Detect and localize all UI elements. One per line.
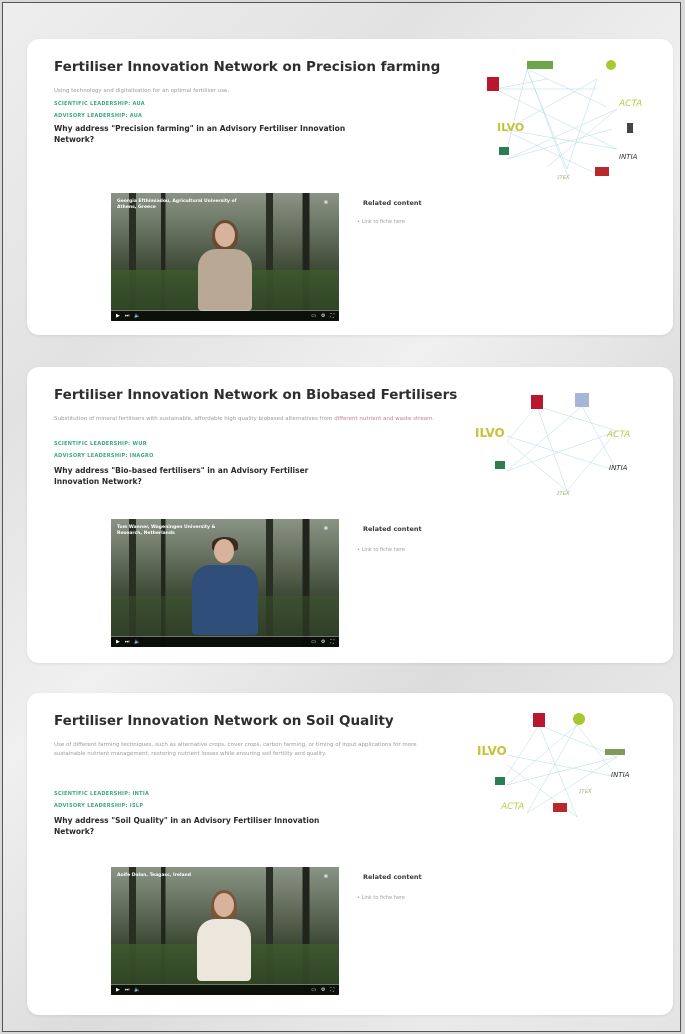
settings-icon[interactable]: ⚙ xyxy=(321,985,325,995)
captions-icon[interactable]: ▭ xyxy=(311,311,316,321)
network-card-soil-quality: Fertiliser Innovation Network on Soil Qu… xyxy=(27,693,673,1015)
video-title: Tom Wanner, Wageningen University & Rese… xyxy=(117,525,216,536)
page-frame: Fertiliser Innovation Network on Precisi… xyxy=(2,2,681,1032)
related-content-heading: Related content xyxy=(363,873,422,881)
video-controls: ▶ ⏭ 🔈 ▭ ⚙ ⛶ xyxy=(111,636,339,647)
card-description: Using technology and digitalisation for … xyxy=(54,88,230,94)
scientific-leadership: SCIENTIFIC LEADERSHIP: INTIA xyxy=(54,791,150,797)
next-icon[interactable]: ⏭ xyxy=(125,311,130,321)
video-controls: ▶ ⏭ 🔈 ▭ ⚙ ⛶ xyxy=(111,984,339,995)
partner-network-diagram: ACTA ILVO INTIA ɪᴛᴇX xyxy=(467,49,657,189)
advisory-leadership: ADVISORY LEADERSHIP: AUA xyxy=(54,113,143,119)
svg-text:ILVO: ILVO xyxy=(475,426,505,440)
play-icon[interactable]: ▶ xyxy=(116,985,120,995)
related-content-link[interactable]: • Link to fiche here xyxy=(357,219,405,225)
volume-icon[interactable]: 🔈 xyxy=(134,637,140,647)
network-card-biobased-fertilisers: Fertiliser Innovation Network on Biobase… xyxy=(27,367,673,663)
play-icon[interactable]: ▶ xyxy=(116,311,120,321)
svg-text:ACTA: ACTA xyxy=(606,430,630,440)
volume-icon[interactable]: 🔈 xyxy=(134,311,140,321)
next-icon[interactable]: ⏭ xyxy=(125,637,130,647)
play-icon[interactable]: ▶ xyxy=(116,637,120,647)
next-icon[interactable]: ⏭ xyxy=(125,985,130,995)
card-description: Substitution of mineral fertilisers with… xyxy=(54,416,435,422)
card-description: Use of different farming techniques, suc… xyxy=(54,742,417,757)
card-question: Why address "Bio-based fertilisers" in a… xyxy=(54,466,309,486)
svg-text:INTIA: INTIA xyxy=(619,153,638,161)
svg-text:ACTA: ACTA xyxy=(500,802,524,812)
card-title: Fertiliser Innovation Network on Precisi… xyxy=(54,59,441,75)
svg-text:ACTA: ACTA xyxy=(618,99,642,109)
partner-network-diagram: ILVO ACTA INTIA ɪᴛᴇX xyxy=(467,381,657,521)
video-player[interactable]: Tom Wanner, Wageningen University & Rese… xyxy=(111,519,339,647)
settings-icon[interactable]: ⚙ xyxy=(321,311,325,321)
captions-icon[interactable]: ▭ xyxy=(311,637,316,647)
card-question: Why address "Soil Quality" in an Advisor… xyxy=(54,816,320,836)
card-question: Why address "Precision farming" in an Ad… xyxy=(54,124,346,144)
channel-logo-icon: ▦ xyxy=(324,525,328,530)
channel-logo-icon: ▦ xyxy=(324,873,328,878)
svg-text:ILVO: ILVO xyxy=(477,744,507,758)
related-content-heading: Related content xyxy=(363,199,422,207)
speaker-figure xyxy=(190,537,260,635)
speaker-figure xyxy=(193,890,257,983)
card-title: Fertiliser Innovation Network on Soil Qu… xyxy=(54,713,394,729)
svg-text:ɪᴛᴇX: ɪᴛᴇX xyxy=(557,490,571,497)
aua-logo-icon xyxy=(533,713,545,727)
advisory-leadership: ADVISORY LEADERSHIP: ISLP xyxy=(54,803,144,809)
video-player[interactable]: Aoife Dolan, Teagasc, Ireland ▦ ▶ ⏭ 🔈 ▭ … xyxy=(111,867,339,995)
svg-text:ɪᴛᴇX: ɪᴛᴇX xyxy=(579,788,593,795)
scientific-leadership: SCIENTIFIC LEADERSHIP: WUR xyxy=(54,441,147,447)
partner-network-diagram: ILVO INTIA ACTA ɪᴛᴇX xyxy=(467,705,657,845)
video-player[interactable]: Georgia Efthimiadou, Agricultural Univer… xyxy=(111,193,339,321)
video-title: Aoife Dolan, Teagasc, Ireland xyxy=(117,873,191,878)
volume-icon[interactable]: 🔈 xyxy=(134,985,140,995)
related-content-heading: Related content xyxy=(363,525,422,533)
video-title: Georgia Efthimiadou, Agricultural Univer… xyxy=(117,199,237,210)
svg-text:INTIA: INTIA xyxy=(609,464,628,472)
advisory-leadership: ADVISORY LEADERSHIP: INAGRO xyxy=(54,453,154,459)
network-card-precision-farming: Fertiliser Innovation Network on Precisi… xyxy=(27,39,673,335)
svg-text:INTIA: INTIA xyxy=(611,771,630,779)
svg-text:ILVO: ILVO xyxy=(497,121,524,134)
scientific-leadership: SCIENTIFIC LEADERSHIP: AUA xyxy=(54,101,145,107)
speaker-figure xyxy=(194,220,256,311)
settings-icon[interactable]: ⚙ xyxy=(321,637,325,647)
partner-logo-icon xyxy=(606,60,616,70)
aua-logo-icon xyxy=(531,395,543,409)
captions-icon[interactable]: ▭ xyxy=(311,985,316,995)
partner-logo-icon xyxy=(527,61,553,69)
fullscreen-icon[interactable]: ⛶ xyxy=(330,311,334,321)
fullscreen-icon[interactable]: ⛶ xyxy=(330,637,334,647)
aua-logo-icon xyxy=(487,77,499,91)
related-content-link[interactable]: • Link to fiche here xyxy=(357,895,405,901)
fullscreen-icon[interactable]: ⛶ xyxy=(330,985,334,995)
video-controls: ▶ ⏭ 🔈 ▭ ⚙ ⛶ xyxy=(111,310,339,321)
related-content-link[interactable]: • Link to fiche here xyxy=(357,547,405,553)
card-title: Fertiliser Innovation Network on Biobase… xyxy=(54,387,458,403)
svg-text:ɪᴛᴇX: ɪᴛᴇX xyxy=(557,174,571,181)
channel-logo-icon: ▦ xyxy=(324,199,328,204)
